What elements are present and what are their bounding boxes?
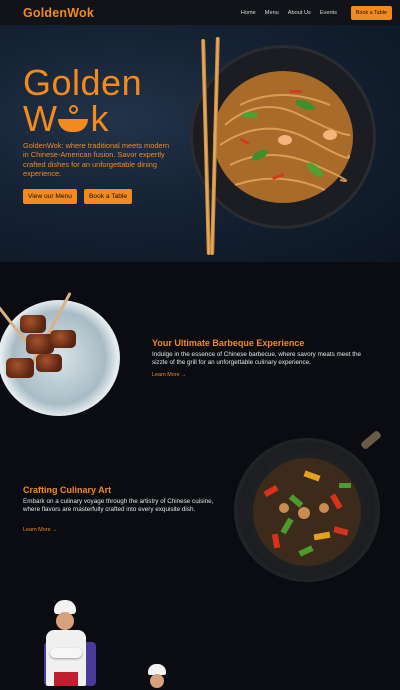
top-navbar: GoldenWok Home Menu About Us Events Book… xyxy=(0,0,400,25)
section-culinary-title: Crafting Culinary Art xyxy=(23,485,112,495)
section-bbq-text: Indulge in the essence of Chinese barbec… xyxy=(152,351,361,367)
hero-title-w: W xyxy=(23,98,58,139)
nav-link-menu[interactable]: Menu xyxy=(265,10,279,16)
chef-image-2 xyxy=(146,664,170,690)
section-culinary-text: Embark on a culinary voyage through the … xyxy=(23,498,214,514)
nav-links: Home Menu About Us Events Book a Table xyxy=(241,5,392,20)
nav-link-about[interactable]: About Us xyxy=(288,10,311,16)
bbq-learn-more-link[interactable]: Learn More → xyxy=(152,372,186,378)
stir-fry-wok-image xyxy=(234,438,380,582)
wok-bowl-icon xyxy=(57,104,90,136)
hero-book-table-button[interactable]: Book a Table xyxy=(84,189,133,204)
hero-tagline: GoldenWok: where traditional meets moder… xyxy=(23,141,170,178)
hero-title-k: k xyxy=(90,98,109,139)
hero-section: Golden Wk GoldenWok: where traditional m… xyxy=(0,25,400,262)
culinary-learn-more-link[interactable]: Learn More → xyxy=(23,527,57,533)
nav-link-events[interactable]: Events xyxy=(320,10,337,16)
chef-image-1 xyxy=(36,600,96,690)
hero-title: Golden Wk xyxy=(23,65,142,137)
nav-book-table-button[interactable]: Book a Table xyxy=(350,5,392,20)
view-menu-button[interactable]: View our Menu xyxy=(23,189,77,204)
nav-link-home[interactable]: Home xyxy=(241,10,256,16)
hero-title-line1: Golden xyxy=(23,62,143,103)
brand-logo[interactable]: GoldenWok xyxy=(23,6,94,20)
stir-fry-graphic xyxy=(253,458,361,566)
bbq-skewers-image xyxy=(0,291,120,416)
section-bbq-title: Your Ultimate Barbeque Experience xyxy=(152,338,305,348)
